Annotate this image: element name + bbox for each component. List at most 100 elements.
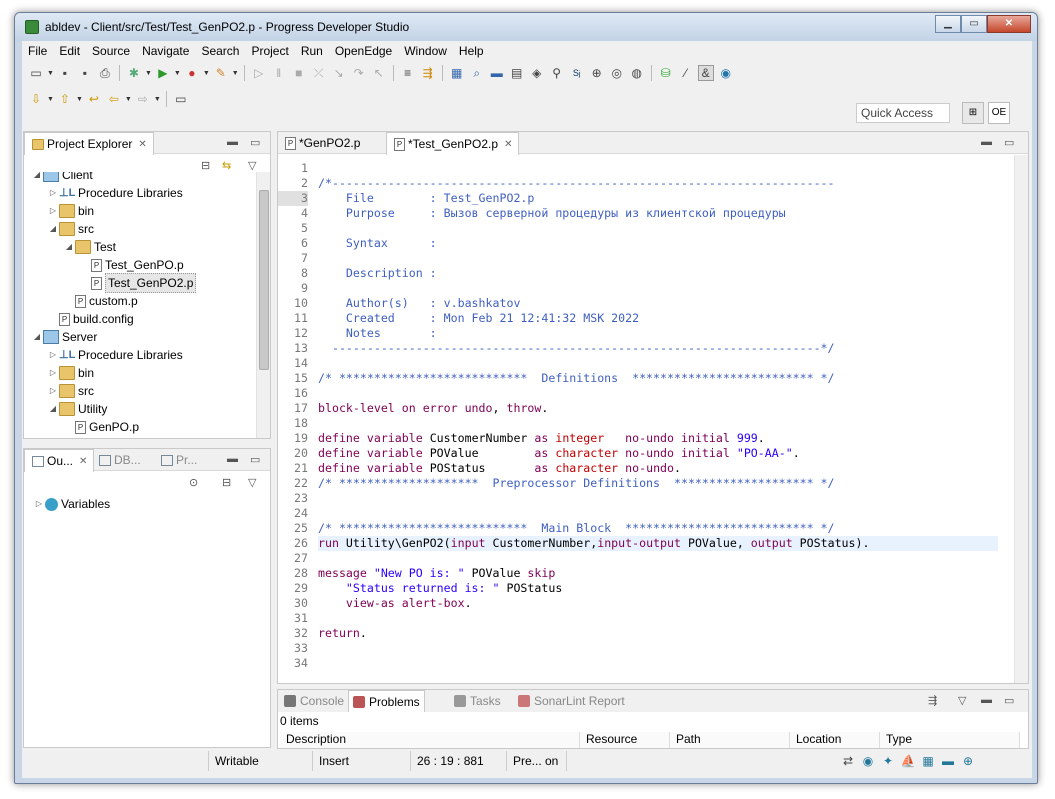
editor-minimize-icon[interactable]: ▬ <box>981 136 992 148</box>
outline-item-variables[interactable]: ▷ Variables <box>34 495 110 513</box>
code-line[interactable]: ----------------------------------------… <box>318 341 998 356</box>
link-editor-icon[interactable]: ⇆ <box>222 159 231 172</box>
admin-icon[interactable]: ◍ <box>629 65 645 81</box>
tree-item[interactable]: ◢ Server <box>32 328 97 346</box>
ampersand-icon[interactable]: & <box>697 65 714 81</box>
menu-help[interactable]: Help <box>453 44 490 58</box>
prev-annotation-icon[interactable]: ⇧ <box>57 91 73 107</box>
board-icon[interactable]: ▦ <box>920 753 936 769</box>
save-icon[interactable]: ▪ <box>57 65 73 81</box>
debug-icon[interactable]: ✱ <box>126 65 142 81</box>
search-icon[interactable]: ⌕ <box>469 65 485 81</box>
code-line[interactable] <box>318 281 998 296</box>
code-line[interactable]: define variable POValue as character no-… <box>318 446 998 461</box>
editor-maximize-icon[interactable]: ▭ <box>1004 136 1014 149</box>
menu-search[interactable]: Search <box>195 44 245 58</box>
code-line[interactable] <box>318 386 998 401</box>
code-line[interactable]: return. <box>318 626 998 641</box>
tree-item[interactable]: ▷ ⊥L Procedure Libraries <box>48 346 183 364</box>
code-line[interactable] <box>318 641 998 656</box>
code-line[interactable] <box>318 506 998 521</box>
menu-run[interactable]: Run <box>295 44 329 58</box>
outline-menu-icon[interactable]: ▽ <box>248 476 256 489</box>
code-line[interactable]: File : Test_GenPO2.p <box>318 191 998 206</box>
format-icon[interactable]: ≡ <box>400 65 416 81</box>
compile-icon[interactable]: ⇶ <box>420 65 436 81</box>
code-line[interactable]: run Utility\GenPO2(input CustomerNumber,… <box>318 536 998 551</box>
code-line[interactable]: block-level on error undo, throw. <box>318 401 998 416</box>
data-icon[interactable]: ⚲ <box>549 65 565 81</box>
close-icon[interactable]: ✕ <box>79 456 87 467</box>
tree-item[interactable]: ▷ ⊥L Procedure Libraries <box>48 184 183 202</box>
code-area[interactable]: /*--------------------------------------… <box>318 155 998 683</box>
tree-item[interactable]: ▷ bin <box>48 202 94 220</box>
tree-item[interactable]: ▷ src <box>48 382 94 400</box>
step-into-icon[interactable]: ↘ <box>331 65 347 81</box>
code-line[interactable]: "Status returned is: " POStatus <box>318 581 998 596</box>
tree-item[interactable]: ◢ Utility <box>48 400 107 418</box>
code-line[interactable]: Notes : <box>318 326 998 341</box>
tree-item[interactable]: P GenPO.p <box>64 418 139 436</box>
menu-project[interactable]: Project <box>245 44 294 58</box>
menu-edit[interactable]: Edit <box>53 44 86 58</box>
step-over-icon[interactable]: ↷ <box>351 65 367 81</box>
code-line[interactable]: Syntax : <box>318 236 998 251</box>
code-line[interactable] <box>318 491 998 506</box>
ship-icon[interactable]: ⛵ <box>900 753 916 769</box>
last-edit-icon[interactable]: ↩ <box>86 91 102 107</box>
code-line[interactable] <box>318 251 998 266</box>
column-header[interactable]: Type <box>880 732 1020 748</box>
menu-source[interactable]: Source <box>86 44 136 58</box>
code-line[interactable]: Created : Mon Feb 21 12:41:32 MSK 2022 <box>318 311 998 326</box>
editor-tab[interactable]: P *GenPO2.p <box>278 132 366 154</box>
tab-outline-1[interactable]: DB... <box>92 449 147 471</box>
editor-tab[interactable]: P *Test_GenPO2.p ✕ <box>386 132 520 155</box>
terminate-icon[interactable]: ■ <box>291 65 307 81</box>
close-icon[interactable]: ✕ <box>138 139 146 150</box>
suspend-icon[interactable]: ‖ <box>271 65 287 81</box>
folder-icon[interactable]: ▬ <box>940 753 956 769</box>
tree-item[interactable]: Pbuild.config <box>48 310 134 328</box>
column-header[interactable]: Location <box>790 732 880 748</box>
open-perspective-icon[interactable]: ⊞ <box>962 102 984 124</box>
close-window-button[interactable]: ✕ <box>987 15 1031 33</box>
code-line[interactable]: Description : <box>318 266 998 281</box>
code-line[interactable]: /* ******************** Preprocessor Def… <box>318 476 998 491</box>
code-line[interactable]: define variable POStatus as character no… <box>318 461 998 476</box>
menu-file[interactable]: File <box>22 44 53 58</box>
monitor-icon[interactable]: ▬ <box>489 65 505 81</box>
tree-item[interactable]: P Test_GenPO2.p <box>80 273 197 293</box>
report-icon[interactable]: ▤ <box>509 65 525 81</box>
tab-outline-2[interactable]: Pr... <box>154 449 203 471</box>
tool-icon[interactable]: ✎ <box>213 65 229 81</box>
tab-outline-0[interactable]: Ou... ✕ <box>24 449 95 472</box>
bottom-tab[interactable]: Tasks <box>450 690 505 712</box>
print-icon[interactable]: ⎙ <box>97 65 113 81</box>
column-header[interactable]: Description <box>280 732 580 748</box>
disconnect-icon[interactable]: ⤫ <box>311 65 327 81</box>
code-line[interactable]: Purpose : Вызов серверной процедуры из к… <box>318 206 998 221</box>
open-window-icon[interactable]: ▭ <box>173 91 189 107</box>
view-menu-icon[interactable]: ▽ <box>248 159 256 172</box>
save-all-icon[interactable]: ▪ <box>77 65 93 81</box>
star-icon[interactable]: ✦ <box>880 753 896 769</box>
explorer-scrollbar[interactable] <box>256 172 270 438</box>
column-header[interactable]: Path <box>670 732 790 748</box>
code-line[interactable] <box>318 161 998 176</box>
code-line[interactable] <box>318 551 998 566</box>
code-line[interactable] <box>318 416 998 431</box>
bottom-menu-icon[interactable]: ▽ <box>958 694 966 707</box>
new-icon[interactable]: ▭ <box>28 65 44 81</box>
run-external-icon[interactable]: ● <box>184 65 200 81</box>
tree-item[interactable]: P Test_GenPO.p <box>80 256 184 274</box>
grid-icon[interactable]: ▦ <box>449 65 465 81</box>
tree-item[interactable]: ◢ Client <box>32 172 93 184</box>
tree-item[interactable]: Pcustom.p <box>64 292 138 310</box>
code-line[interactable]: define variable CustomerNumber as intege… <box>318 431 998 446</box>
minimize-icon[interactable]: ▬ <box>227 136 238 148</box>
globe-icon[interactable]: ◉ <box>718 65 734 81</box>
code-line[interactable] <box>318 656 998 671</box>
sql-icon[interactable]: Sj <box>569 65 585 81</box>
step-return-icon[interactable]: ↖ <box>371 65 387 81</box>
bottom-tab[interactable]: Console <box>280 690 348 712</box>
